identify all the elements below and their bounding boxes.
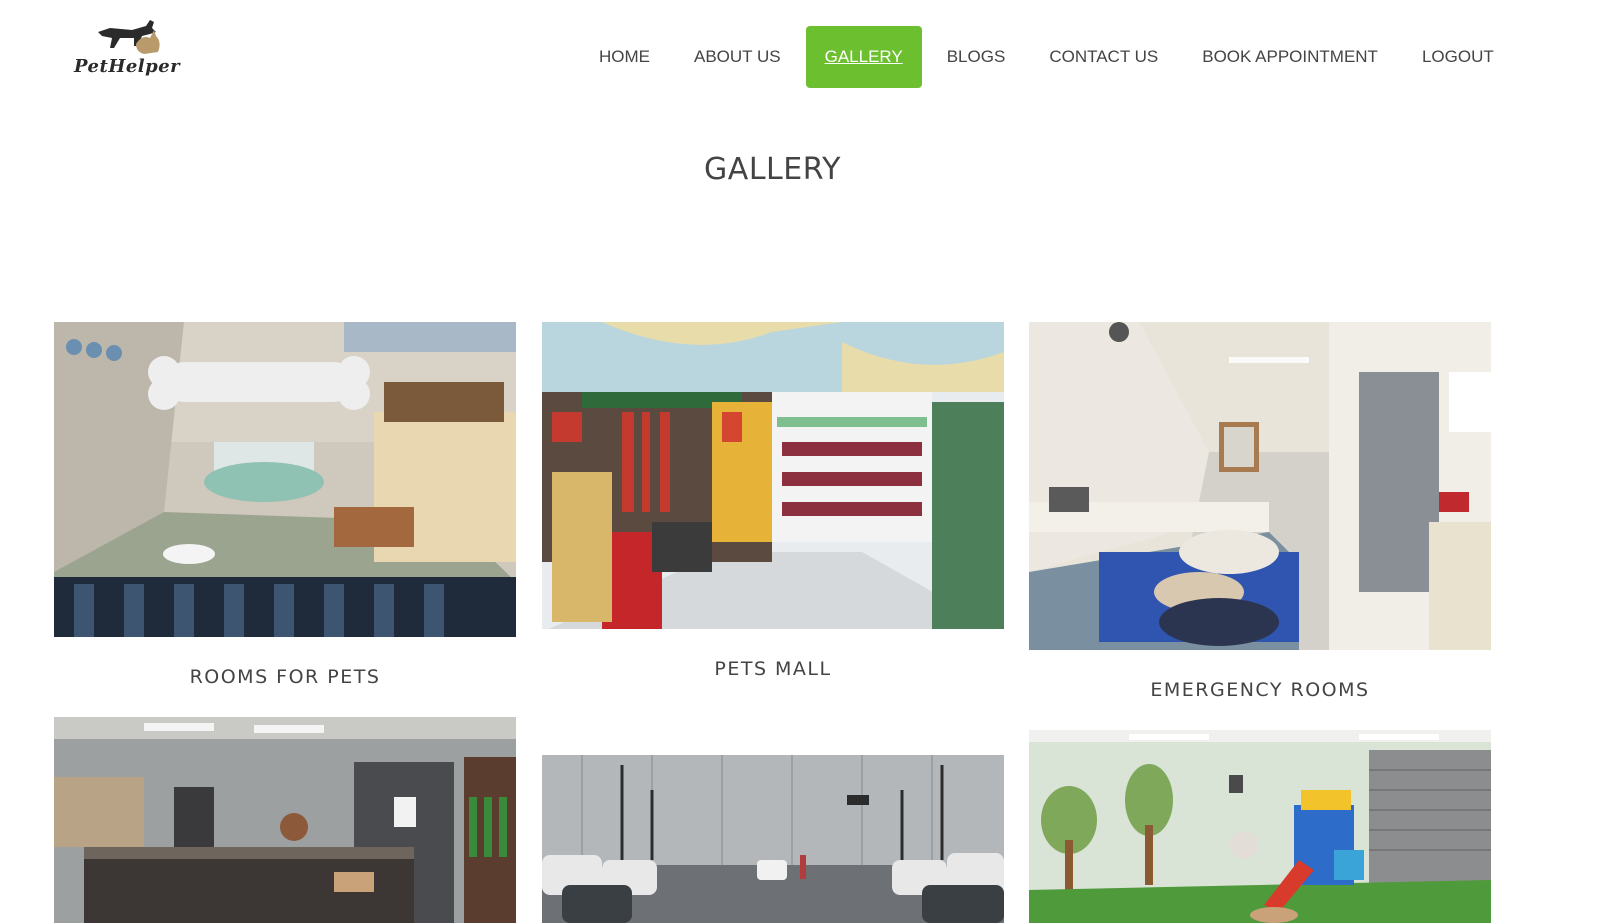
gallery-image[interactable]	[542, 322, 1004, 629]
nav-contact-us[interactable]: CONTACT US	[1030, 26, 1177, 88]
dog-cat-icon	[98, 20, 160, 54]
gallery-image[interactable]	[54, 322, 516, 637]
main-nav: HOME ABOUT US GALLERY BLOGS CONTACT US B…	[577, 26, 1516, 88]
nav-logout[interactable]: LOGOUT	[1403, 26, 1513, 88]
nav-blogs[interactable]: BLOGS	[928, 26, 1025, 88]
gallery-image[interactable]	[54, 717, 516, 923]
nav-about-us[interactable]: ABOUT US	[675, 26, 800, 88]
nav-home[interactable]: HOME	[580, 26, 669, 88]
gallery-caption: EMERGENCY ROOMS	[1150, 679, 1370, 701]
nav-gallery[interactable]: GALLERY	[805, 26, 922, 88]
gallery-caption: PETS MALL	[714, 658, 832, 680]
site-header: PetHelper HOME ABOUT US GALLERY BLOGS CO…	[0, 0, 1618, 110]
gallery-image[interactable]	[1029, 730, 1491, 923]
gallery-image[interactable]	[1029, 322, 1491, 650]
page-title: GALLERY	[704, 152, 841, 187]
gallery-image[interactable]	[542, 735, 1004, 923]
nav-book-appointment[interactable]: BOOK APPOINTMENT	[1183, 26, 1397, 88]
logo-text: PetHelper	[74, 56, 181, 77]
site-logo[interactable]: PetHelper	[74, 16, 184, 82]
gallery-caption: ROOMS FOR PETS	[189, 666, 381, 688]
